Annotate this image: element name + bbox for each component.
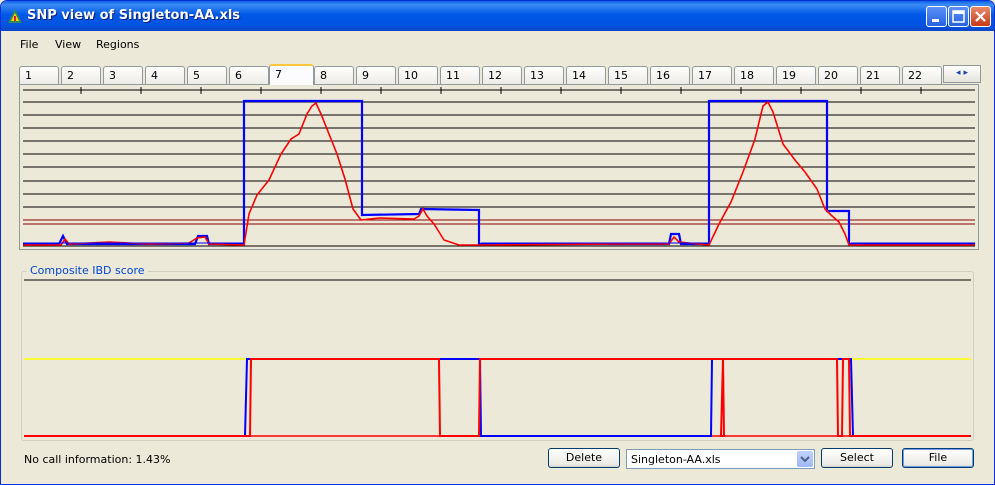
minimize-icon bbox=[932, 19, 939, 22]
tab-chr-3[interactable]: 3 bbox=[103, 66, 143, 84]
close-icon bbox=[975, 11, 986, 22]
tab-label: 8 bbox=[320, 69, 327, 82]
tab-label: 20 bbox=[824, 69, 838, 82]
tab-label: 19 bbox=[782, 69, 796, 82]
close-button[interactable] bbox=[970, 6, 991, 27]
tab-chr-6[interactable]: 6 bbox=[229, 66, 269, 84]
snp-view-window: SNP view of Singleton-AA.xls File View R… bbox=[0, 0, 995, 485]
tab-chr-11[interactable]: 11 bbox=[440, 66, 480, 84]
tab-chr-16[interactable]: 16 bbox=[650, 66, 690, 84]
tab-label: 18 bbox=[740, 69, 754, 82]
tab-scroll-buttons[interactable]: ◂ ▸ bbox=[943, 65, 981, 83]
tab-chr-13[interactable]: 13 bbox=[524, 66, 564, 84]
tab-label: 2 bbox=[67, 69, 74, 82]
tab-label: 1 bbox=[25, 69, 32, 82]
tab-chr-8[interactable]: 8 bbox=[314, 66, 354, 84]
tab-label: 17 bbox=[698, 69, 712, 82]
menu-bar: File View Regions bbox=[4, 32, 991, 56]
tab-chr-22[interactable]: 22 bbox=[902, 66, 942, 84]
dropdown-button[interactable] bbox=[797, 451, 813, 467]
tab-chr-5[interactable]: 5 bbox=[187, 66, 227, 84]
tab-chr-17[interactable]: 17 bbox=[692, 66, 732, 84]
tab-chr-14[interactable]: 14 bbox=[566, 66, 606, 84]
menu-regions[interactable]: Regions bbox=[96, 38, 139, 51]
tab-label: 14 bbox=[572, 69, 586, 82]
tab-chr-15[interactable]: 15 bbox=[608, 66, 648, 84]
maximize-icon bbox=[952, 10, 965, 23]
tab-label: 9 bbox=[362, 69, 369, 82]
delete-button[interactable]: Delete bbox=[548, 448, 620, 468]
composite-ibd-chart bbox=[24, 279, 971, 437]
blue-series-line bbox=[23, 99, 975, 246]
title-bar[interactable]: SNP view of Singleton-AA.xls bbox=[1, 1, 994, 31]
tab-chr-10[interactable]: 10 bbox=[398, 66, 438, 84]
tab-label: 6 bbox=[235, 69, 242, 82]
scroll-right-icon[interactable]: ▸ bbox=[963, 68, 968, 78]
tab-label: 16 bbox=[656, 69, 670, 82]
tab-chr-1[interactable]: 1 bbox=[19, 66, 59, 84]
scroll-left-icon[interactable]: ◂ bbox=[956, 68, 961, 78]
tab-chr-12[interactable]: 12 bbox=[482, 66, 522, 84]
tab-label: 12 bbox=[488, 69, 502, 82]
tab-chr-19[interactable]: 19 bbox=[776, 66, 816, 84]
tab-label: 4 bbox=[151, 69, 158, 82]
tab-label: 5 bbox=[193, 69, 200, 82]
chromosome-tabs: 1 2 3 4 5 6 7 8 9 10 11 12 13 14 15 16 1… bbox=[19, 64, 981, 85]
tab-label: 11 bbox=[446, 69, 460, 82]
file-select-value: Singleton-AA.xls bbox=[631, 453, 721, 466]
tab-chr-18[interactable]: 18 bbox=[734, 66, 774, 84]
snp-chart bbox=[23, 87, 975, 247]
composite-blue-series bbox=[24, 358, 971, 437]
tab-label: 13 bbox=[530, 69, 544, 82]
composite-red-series bbox=[24, 358, 971, 437]
tab-label: 7 bbox=[275, 68, 282, 81]
file-button[interactable]: File bbox=[902, 448, 974, 468]
tab-label: 22 bbox=[908, 69, 922, 82]
tab-chr-20[interactable]: 20 bbox=[818, 66, 858, 84]
chevron-down-icon bbox=[800, 456, 810, 463]
window-title: SNP view of Singleton-AA.xls bbox=[27, 8, 241, 23]
menu-file[interactable]: File bbox=[20, 38, 38, 51]
tab-chr-21[interactable]: 21 bbox=[860, 66, 900, 84]
tab-chr-2[interactable]: 2 bbox=[61, 66, 101, 84]
tab-label: 21 bbox=[866, 69, 880, 82]
tab-label: 15 bbox=[614, 69, 628, 82]
chart-gridlines bbox=[23, 89, 975, 247]
menu-view[interactable]: View bbox=[55, 38, 81, 51]
tab-chr-4[interactable]: 4 bbox=[145, 66, 185, 84]
tab-chr-7[interactable]: 7 bbox=[269, 64, 314, 85]
maximize-button[interactable] bbox=[948, 6, 969, 27]
tab-label: 10 bbox=[404, 69, 418, 82]
tab-label: 3 bbox=[109, 69, 116, 82]
select-button[interactable]: Select bbox=[821, 448, 893, 468]
app-icon bbox=[8, 9, 22, 23]
no-call-status: No call information: 1.43% bbox=[24, 453, 171, 466]
minimize-button[interactable] bbox=[926, 6, 947, 27]
tab-chr-9[interactable]: 9 bbox=[356, 66, 396, 84]
file-select[interactable]: Singleton-AA.xls bbox=[626, 449, 815, 469]
